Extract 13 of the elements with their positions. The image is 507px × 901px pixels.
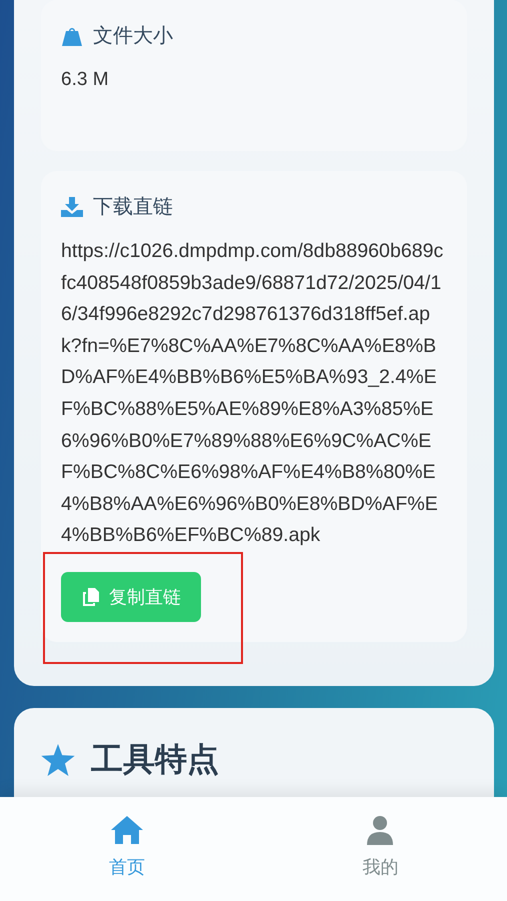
star-icon (41, 744, 75, 776)
home-icon (110, 815, 144, 845)
copy-link-button[interactable]: 复制直链 (61, 572, 201, 622)
download-url: https://c1026.dmpdmp.com/8db88960b689cfc408548f0859b3ade9/68871d72/2025/04/16/34f996e8292c7d298761376d318ff5ef.apk?fn=%E7%8C%AA%E7%8C%AA%E8%BD%AF%E4%BB%B6%E5%BA%93_2.4%EF%BC%88%E5%AE%89%E8%A3%85%E6%96%B0%E7%89%88%E6%9C%AC%EF%BC%8C%E6%98%AF%E4%B8%80%E4%B8%AA%E6%96%B0%E8%BD%AF%E4%BB%B6%EF%BC%89.apk (61, 239, 444, 548)
person-icon (366, 815, 394, 845)
copy-icon (81, 586, 101, 607)
features-title: 工具特点 (91, 740, 219, 779)
nav-tab[interactable]: 我的 (254, 797, 507, 901)
download-link-label: 下载直链 (93, 195, 173, 220)
file-size-label: 文件大小 (93, 24, 173, 49)
nav-tab[interactable]: 首页 (0, 797, 254, 901)
file-size-value: 6.3 M (61, 69, 110, 91)
download-icon (61, 196, 83, 216)
